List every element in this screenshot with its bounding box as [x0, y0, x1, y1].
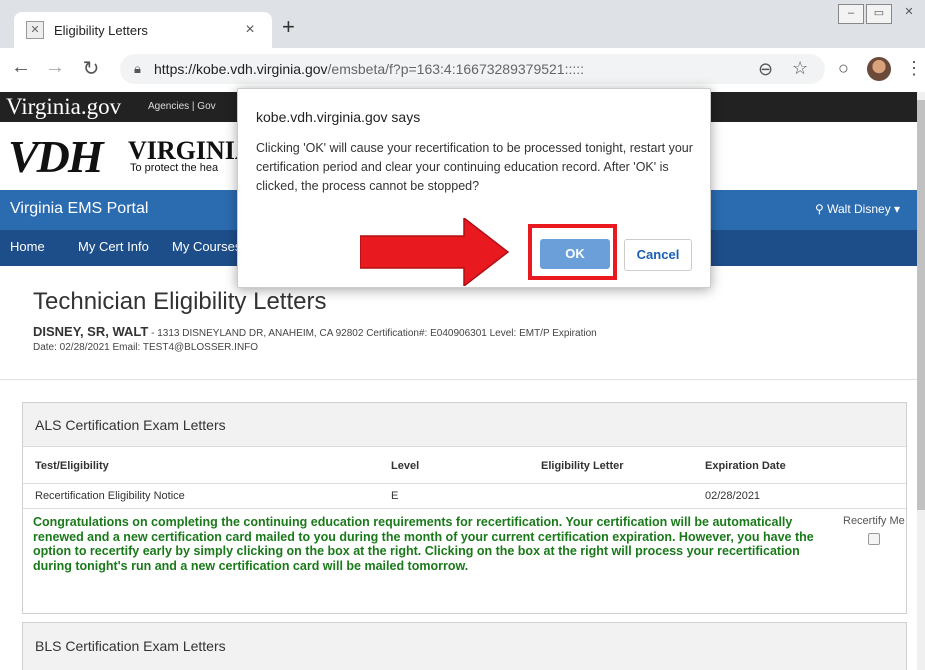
als-letters-panel: ALS Certification Exam Letters Test/Elig…	[22, 402, 907, 614]
congratulations-message: Congratulations on completing the contin…	[33, 515, 814, 573]
user-name: Walt Disney ▾	[827, 202, 901, 216]
column-header-eligibility-letter: Eligibility Letter	[541, 460, 624, 472]
browser-tab[interactable]: ✕ Eligibility Letters ×	[14, 12, 272, 48]
ok-highlight-box	[528, 224, 617, 280]
tab-title: Eligibility Letters	[54, 22, 148, 38]
browser-toolbar: ← → ↻ 🔒︎ https://kobe.vdh.virginia.gov/e…	[0, 48, 925, 93]
lock-icon: 🔒︎	[134, 61, 141, 76]
url-host: https://kobe.vdh.virginia.gov	[154, 61, 328, 77]
close-window-button[interactable]: ✕	[894, 4, 924, 22]
technician-info: DISNEY, SR, WALT - 1313 DISNEYLAND DR, A…	[33, 325, 733, 355]
back-arrow-icon[interactable]: ←	[8, 56, 34, 79]
recertify-checkbox[interactable]	[868, 533, 880, 545]
zoom-icon[interactable]: ⊖	[758, 59, 773, 80]
url-path: /emsbeta/f?p=163:4:16673289379521:::::	[327, 61, 585, 77]
column-header-level: Level	[391, 460, 420, 472]
user-menu[interactable]: ⚲ Walt Disney ▾	[815, 202, 900, 216]
extension-icon[interactable]: ○	[838, 58, 849, 79]
profile-avatar[interactable]	[867, 57, 891, 81]
als-panel-title: ALS Certification Exam Letters	[35, 417, 226, 433]
column-header-test: Test/Eligibility	[35, 460, 109, 472]
reload-icon[interactable]: ↻	[78, 56, 104, 81]
tab-strip: ✕ Eligibility Letters × + – ▭ ✕	[0, 0, 925, 48]
vdh-tagline: To protect the hea	[130, 162, 219, 174]
technician-details: - 1313 DISNEYLAND DR, ANAHEIM, CA 92802 …	[148, 328, 597, 339]
technician-details-2: Date: 02/28/2021 Email: TEST4@BLOSSER.IN…	[33, 342, 259, 353]
annotation-arrow-icon	[360, 218, 510, 286]
als-panel-header: ALS Certification Exam Letters	[23, 403, 906, 447]
page-favicon-icon: ✕	[26, 21, 44, 39]
scrollbar-thumb[interactable]	[917, 100, 925, 510]
table-row: Recertification Eligibility Notice E 02/…	[23, 483, 906, 509]
dialog-message: Clicking 'OK' will cause your recertific…	[256, 141, 693, 193]
forward-arrow-icon[interactable]: →	[42, 56, 68, 79]
bookmark-star-icon[interactable]: ☆	[792, 58, 808, 79]
menu-item-my-cert-info[interactable]: My Cert Info	[78, 239, 149, 254]
recertify-label: Recertify Me	[843, 515, 905, 527]
window-controls: – ▭ ✕	[836, 4, 924, 24]
technician-name: DISNEY, SR, WALT	[33, 324, 149, 339]
menu-item-my-courses[interactable]: My Courses	[172, 239, 241, 254]
cell-test: Recertification Eligibility Notice	[35, 490, 185, 502]
url-text: https://kobe.vdh.virginia.gov/emsbeta/f?…	[154, 61, 584, 77]
address-bar[interactable]: 🔒︎ https://kobe.vdh.virginia.gov/emsbeta…	[120, 54, 825, 84]
cancel-button[interactable]: Cancel	[624, 239, 692, 271]
vdh-logo[interactable]: VDH	[8, 130, 104, 183]
tab-close-icon[interactable]: ×	[240, 21, 260, 39]
new-tab-button[interactable]: +	[282, 14, 295, 40]
cell-expiration: 02/28/2021	[705, 490, 761, 502]
menu-item-home[interactable]: Home	[10, 239, 45, 254]
virginia-gov-logo[interactable]: Virginia.gov	[6, 94, 121, 120]
divider	[0, 379, 917, 380]
page-title: Technician Eligibility Letters	[33, 288, 327, 315]
dialog-title: kobe.vdh.virginia.gov says	[256, 109, 421, 125]
portal-name[interactable]: Virginia EMS Portal	[10, 200, 148, 218]
bls-letters-panel: BLS Certification Exam Letters	[22, 622, 907, 670]
column-header-expiration: Expiration Date	[705, 460, 786, 472]
maximize-button[interactable]: ▭	[866, 4, 892, 24]
user-icon: ⚲	[815, 202, 828, 216]
virginia-gov-links[interactable]: Agencies | Gov	[148, 101, 216, 112]
menu-kebab-icon[interactable]: ⋮	[905, 58, 923, 79]
bls-panel-title: BLS Certification Exam Letters	[35, 638, 226, 654]
minimize-button[interactable]: –	[838, 4, 864, 24]
cell-level: E	[391, 490, 399, 502]
